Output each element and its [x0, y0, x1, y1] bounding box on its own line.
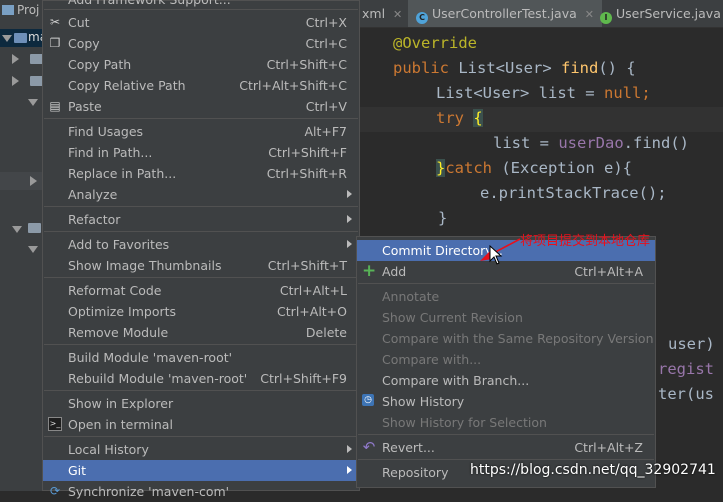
menu-item-optimize-imports[interactable]: Optimize Imports Ctrl+Alt+O: [43, 301, 359, 322]
menu-item-synchronize[interactable]: ⟳ Synchronize 'maven-com': [43, 481, 359, 502]
menu-separator: [44, 118, 358, 119]
folder-icon: [28, 223, 41, 233]
project-tree-row-selected[interactable]: ma: [0, 29, 47, 47]
menu-item-find-in-path[interactable]: Find in Path... Ctrl+Shift+F: [43, 142, 359, 163]
mouse-cursor-icon: [489, 245, 503, 265]
menu-item-analyze[interactable]: Analyze: [43, 184, 359, 205]
menu-item-add-to-favorites[interactable]: Add to Favorites: [43, 234, 359, 255]
menu-item-show-history-selection: Show History for Selection: [382, 415, 547, 430]
menu-item-open-in-terminal[interactable]: >_ Open in terminal: [43, 414, 359, 435]
code-line: try {: [436, 109, 483, 127]
git-submenu: Commit Directory... + Add Ctrl+Alt+A Annot…: [356, 236, 656, 488]
paste-icon: ▤: [49, 99, 61, 113]
menu-separator: [44, 277, 358, 278]
menu-item-copy-relative-path[interactable]: Copy Relative Path Ctrl+Alt+Shift+C: [43, 75, 359, 96]
close-icon[interactable]: ✕: [393, 8, 402, 21]
menu-separator: [44, 390, 358, 391]
interface-icon: I: [600, 12, 612, 24]
tab-user-service[interactable]: I UserService.java: [600, 0, 721, 27]
submenu-arrow-icon: [347, 215, 352, 223]
collapse-arrow-icon[interactable]: [30, 176, 37, 186]
expand-arrow-icon[interactable]: [28, 246, 38, 253]
menu-item-show-image-thumbnails[interactable]: Show Image Thumbnails Ctrl+Shift+T: [43, 255, 359, 276]
menu-item-compare-same-repo: Compare with the Same Repository Version: [382, 331, 654, 346]
menu-item-revert[interactable]: ↶ Revert... Ctrl+Alt+Z: [357, 437, 655, 458]
sync-icon: ⟳: [49, 484, 61, 498]
menu-item-remove-module[interactable]: Remove Module Delete: [43, 322, 359, 343]
watermark-url: https://blog.csdn.net/qq_32902741: [470, 462, 716, 478]
menu-item-compare-with-branch[interactable]: Compare with Branch...: [357, 370, 655, 391]
menu-item-cut[interactable]: ✂ Cut Ctrl+X: [43, 12, 359, 33]
project-tree-row[interactable]: [0, 50, 46, 68]
menu-item-show-history[interactable]: ◷ Show History: [357, 391, 655, 412]
submenu-arrow-icon: [347, 466, 352, 474]
menu-separator: [358, 283, 654, 284]
menu-item-copy[interactable]: ❐ Copy Ctrl+C: [43, 33, 359, 54]
submenu-arrow-icon: [347, 240, 352, 248]
menu-item-compare-with: Compare with...: [382, 352, 482, 367]
menu-separator: [44, 344, 358, 345]
project-tree-row[interactable]: [0, 72, 46, 90]
menu-separator: [358, 434, 654, 435]
expand-arrow-icon[interactable]: [28, 99, 38, 106]
menu-separator: [44, 9, 358, 10]
menu-separator: [44, 231, 358, 232]
submenu-arrow-icon: [347, 445, 352, 453]
project-tree-row[interactable]: [0, 93, 46, 111]
current-line-highlight: [356, 107, 723, 132]
annotation-text: 将项目提交到本地仓库: [520, 234, 651, 249]
module-icon: [14, 33, 27, 43]
code-line: e.printStackTrace();: [480, 184, 667, 202]
menu-item-find-usages[interactable]: Find Usages Alt+F7: [43, 121, 359, 142]
history-icon: ◷: [362, 394, 374, 406]
project-panel: Proj ma: [0, 0, 48, 491]
add-icon: +: [362, 261, 377, 281]
menu-separator: [44, 436, 358, 437]
menu-separator: [44, 206, 358, 207]
editor-tab-bar: xml ✕ C UserControllerTest.java ✕ I UserServ…: [356, 0, 723, 28]
project-icon: [2, 5, 14, 15]
code-line: list = userDao.find(): [493, 134, 689, 152]
menu-item-annotate: Annotate: [382, 289, 440, 304]
menu-item-replace-in-path[interactable]: Replace in Path... Ctrl+Shift+R: [43, 163, 359, 184]
menu-item-build-module[interactable]: Build Module 'maven-root': [43, 347, 359, 368]
close-icon[interactable]: ✕: [585, 8, 594, 21]
tab-user-controller-test[interactable]: C UserControllerTest.java ✕: [408, 0, 602, 27]
menu-item-reformat-code[interactable]: Reformat Code Ctrl+Alt+L: [43, 280, 359, 301]
project-tree-row[interactable]: [0, 220, 46, 238]
menu-item-show-in-explorer[interactable]: Show in Explorer: [43, 393, 359, 414]
code-line: @Override: [393, 34, 477, 52]
project-tree-row[interactable]: [0, 172, 46, 190]
code-line: }catch (Exception e){: [436, 159, 632, 177]
project-tree-row[interactable]: [0, 240, 46, 258]
collapse-arrow-icon[interactable]: [12, 76, 19, 86]
code-fragment: ter(us: [658, 385, 714, 403]
menu-item-show-current-revision: Show Current Revision: [382, 310, 523, 325]
menu-separator: [358, 459, 654, 460]
menu-item-git[interactable]: Git: [43, 460, 359, 481]
menu-item-git-add[interactable]: + Add Ctrl+Alt+A: [357, 261, 655, 282]
scissors-icon: ✂: [49, 15, 61, 29]
expand-arrow-icon[interactable]: [2, 35, 12, 42]
code-line: }: [438, 209, 448, 227]
collapse-arrow-icon[interactable]: [12, 54, 19, 64]
submenu-arrow-icon: [347, 190, 352, 198]
expand-arrow-icon[interactable]: [12, 226, 22, 233]
menu-item-refactor[interactable]: Refactor: [43, 209, 359, 230]
code-line: public List<User> find() {: [393, 59, 636, 77]
copy-icon: ❐: [49, 36, 61, 50]
code-line: List<User> list = null;: [436, 84, 651, 102]
terminal-icon: >_: [48, 417, 62, 431]
context-menu: Add Framework Support... ✂CutCtrl+X ❐Cop…: [42, 0, 360, 499]
menu-item-paste[interactable]: ▤ Paste Ctrl+V: [43, 96, 359, 117]
menu-item-copy-path[interactable]: Copy Path Ctrl+Shift+C: [43, 54, 359, 75]
code-fragment: regist: [658, 360, 714, 378]
revert-icon: ↶: [362, 438, 376, 456]
tab-xml[interactable]: xml ✕: [362, 0, 402, 27]
menu-item-rebuild-module[interactable]: Rebuild Module 'maven-root' Ctrl+Shift+F9: [43, 368, 359, 389]
class-icon: C: [416, 12, 428, 24]
code-fragment: user): [668, 335, 715, 353]
project-tab[interactable]: Proj: [0, 3, 48, 23]
menu-item-local-history[interactable]: Local History: [43, 439, 359, 460]
